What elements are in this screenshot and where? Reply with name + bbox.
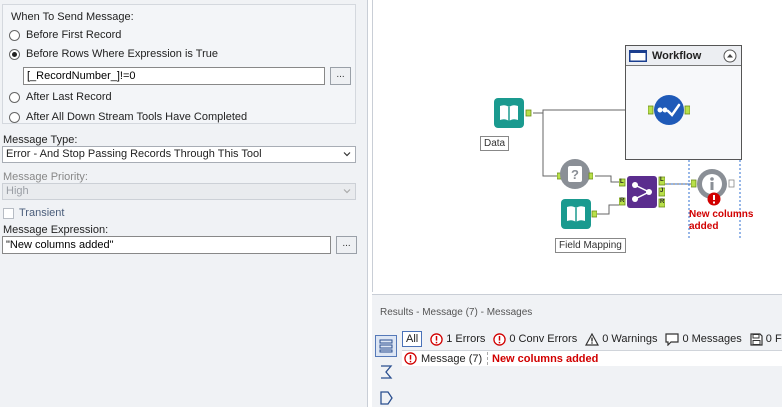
book-icon [494,98,532,128]
message-expression-label: Message Expression: [3,224,109,236]
output-view-button[interactable] [375,387,397,407]
messages-count: 0 Messages [682,333,742,345]
expression-editor-button[interactable]: ... [330,67,351,85]
warnings-filter[interactable]: 0 Warnings [585,332,658,346]
message-tool[interactable] [690,166,737,209]
warning-icon [585,332,600,346]
book-icon [561,199,598,229]
tool-error-line-2: added [689,221,719,232]
radio-before-rows-expression[interactable]: Before Rows Where Expression is True [9,48,218,60]
results-panel: Results - Message (7) - Messages All 1 E… [372,294,782,407]
results-title: Results - Message (7) - Messages [380,307,533,318]
join-anchor-l: L [620,179,624,185]
warnings-count: 0 Warnings [602,333,658,345]
radio-after-downstream[interactable]: After All Down Stream Tools Have Complet… [9,111,247,123]
sum-view-button[interactable] [375,361,397,383]
workflow-container[interactable]: Workflow [625,45,742,160]
errors-count: 1 Errors [446,333,486,345]
transient-checkbox[interactable] [3,207,14,219]
messages-filter[interactable]: 0 Messages [665,332,742,346]
tool-error-text: New columns added [689,209,753,233]
conv-error-icon [493,332,507,346]
error-icon [430,332,443,346]
save-icon [750,332,763,346]
macro-output-tool[interactable] [647,94,691,131]
group-title: When To Send Message: [11,11,134,23]
radio-button-selected[interactable] [9,48,20,60]
files-filter[interactable]: 0 Files [750,332,782,346]
collapse-icon[interactable] [723,49,737,63]
message-type-select[interactable]: Error - And Stop Passing Records Through… [2,146,356,163]
field-mapping-tool[interactable] [559,198,598,235]
messages-view-button[interactable] [375,335,397,357]
row-source-cell: Message (7) [402,352,488,365]
radio-after-last-record[interactable]: After Last Record [9,91,112,103]
macro-output-icon [647,95,691,125]
data-input-tool[interactable] [493,98,533,133]
conv-errors-count: 0 Conv Errors [509,333,578,345]
table-row[interactable]: Message (7) New columns added [402,350,782,366]
join-tool[interactable] [618,175,666,214]
container-icon [629,49,647,62]
container-header: Workflow [626,46,741,66]
join-anchor-r: R [620,198,625,204]
transient-label: Transient [19,207,65,219]
chevron-down-icon [343,189,351,194]
when-to-send-group: When To Send Message: Before First Recor… [2,4,356,124]
row-source: Message (7) [421,352,483,365]
join-anchor-r-out: R [660,199,665,205]
radio-label: After Last Record [26,91,112,103]
data-tool-label: Data [480,136,510,151]
results-filter-bar: All 1 Errors 0 Conv Errors 0 Warnings 0 … [402,331,782,347]
radio-before-first-record[interactable]: Before First Record [9,29,121,41]
join-anchor-l-out: L [660,177,664,183]
workflow-canvas[interactable]: Data Workflow ? Field Mapping L R L J R … [372,0,782,292]
message-type-value: Error - And Stop Passing Records Through… [6,148,262,160]
tag-icon [380,391,393,405]
radio-button[interactable] [9,29,20,41]
transient-checkbox-row[interactable]: Transient [3,207,64,219]
radio-button[interactable] [9,91,20,103]
svg-text:?: ? [571,167,579,182]
chevron-down-icon [343,152,351,157]
message-expression-input[interactable] [2,236,331,254]
radio-button[interactable] [9,111,20,123]
field-info-tool[interactable]: ? [556,157,594,194]
radio-label: After All Down Stream Tools Have Complet… [26,111,248,123]
conv-errors-filter[interactable]: 0 Conv Errors [493,332,578,346]
all-filter-button[interactable]: All [402,331,423,347]
message-priority-select: High [2,183,356,200]
expression-input[interactable] [23,67,325,85]
join-icon [618,176,666,208]
message-bubble-icon [665,332,680,346]
message-priority-value: High [6,185,29,197]
files-count: 0 Files [765,333,782,345]
error-icon [707,192,721,206]
join-anchor-j-out: J [660,188,664,194]
message-expression-editor-button[interactable]: ... [336,236,357,254]
config-panel: When To Send Message: Before First Recor… [0,0,368,407]
message-type-label: Message Type: [3,134,78,146]
question-gear-icon: ? [556,159,594,189]
results-side-toolbar [375,335,399,407]
message-priority-label: Message Priority: [3,171,88,183]
container-title: Workflow [652,49,702,62]
error-icon [404,352,417,365]
sigma-icon [381,365,393,379]
field-mapping-label: Field Mapping [555,238,626,253]
radio-label: Before Rows Where Expression is True [26,48,218,60]
radio-label: Before First Record [26,29,122,41]
list-icon [379,339,393,353]
errors-filter[interactable]: 1 Errors [430,332,486,346]
tool-error-line-1: New columns [689,209,754,220]
row-message: New columns added [492,352,599,365]
